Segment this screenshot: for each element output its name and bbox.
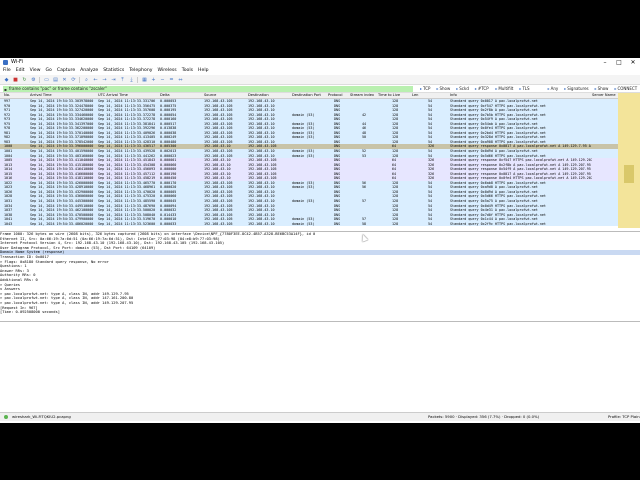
find-icon[interactable]: ⌕ xyxy=(83,77,90,83)
cell-destination: 192.168.43.10 xyxy=(248,221,275,226)
menu-file[interactable]: File xyxy=(3,67,11,75)
toolbar-separator xyxy=(137,76,138,83)
column-destination[interactable]: Destination xyxy=(248,93,269,98)
column-stream-index[interactable]: Stream index xyxy=(350,93,374,98)
reload-icon[interactable]: ⟳ xyxy=(70,77,77,83)
column-protocol[interactable]: Protocol xyxy=(328,93,342,98)
table-row[interactable]: 1043 Sep 14, 2024 19:54:33.486020000 Sep 1… xyxy=(0,221,618,227)
menu-telephony[interactable]: Telephony xyxy=(129,67,152,75)
wireshark-window: Wi-Fi – □ ✕ File Edit View Go Capture An… xyxy=(0,58,640,423)
toolbar-separator xyxy=(39,76,40,83)
packet-bytes-pane[interactable] xyxy=(0,321,640,412)
cell-destination-port: domain (53) xyxy=(292,221,315,226)
packet-counts: Packets: 5900 · Displayed: 356 (7.7%) · … xyxy=(428,414,540,419)
options-icon[interactable]: ⚙ xyxy=(30,77,37,83)
column-destination-port[interactable]: Destination Port xyxy=(292,93,321,98)
window-title: Wi-Fi xyxy=(11,59,23,65)
packet-details-pane[interactable]: Frame 1000: 326 bytes on wire (2608 bits… xyxy=(0,231,640,322)
zoom-out-icon[interactable]: − xyxy=(159,77,166,83)
menu-edit[interactable]: Edit xyxy=(16,67,25,75)
maximize-button[interactable]: □ xyxy=(612,58,626,67)
column-no[interactable]: No. xyxy=(4,93,10,98)
toolbar-separator xyxy=(79,76,80,83)
packet-minimap[interactable] xyxy=(618,93,640,228)
cell-length: 54 xyxy=(428,221,433,226)
restart-capture-icon[interactable]: ↻ xyxy=(21,77,28,83)
packet-rows: 997 Sep 14, 2024 19:54:33.303978000 Sep 14… xyxy=(0,99,618,227)
colorize-icon[interactable]: ▦ xyxy=(141,77,148,83)
display-filter-input[interactable]: frame contains "pac" or frame contains "… xyxy=(3,86,413,92)
menu-capture[interactable]: Capture xyxy=(57,67,75,75)
menu-statistics[interactable]: Statistics xyxy=(103,67,124,75)
menu-view[interactable]: View xyxy=(30,67,41,75)
minimap-selection xyxy=(624,165,634,183)
first-packet-icon[interactable]: ⤒ xyxy=(119,77,126,83)
cell-utc-time: Sep 14, 2024 11:13:33.523600 xyxy=(98,221,156,226)
bookmark-icon[interactable]: ▪ xyxy=(4,87,7,92)
menu-bar: File Edit View Go Capture Analyze Statis… xyxy=(0,67,640,75)
zoom-reset-icon[interactable]: = xyxy=(168,77,175,83)
cell-protocol: DNS xyxy=(334,221,341,226)
zoom-in-icon[interactable]: + xyxy=(150,77,157,83)
cell-stream-index: 58 xyxy=(362,221,367,226)
cell-delta: 0.000033 xyxy=(160,221,177,226)
column-source[interactable]: Source xyxy=(204,93,216,98)
menu-wireless[interactable]: Wireless xyxy=(157,67,176,75)
column-utc-arrival-time[interactable]: UTC Arrival Time xyxy=(98,93,128,98)
stop-capture-icon[interactable]: ■ xyxy=(12,77,19,83)
resize-columns-icon[interactable]: ⇔ xyxy=(177,77,184,83)
wireshark-fin-icon xyxy=(3,60,8,65)
cell-info: Standard query 0x2f9c HTTPS pac.localpro… xyxy=(450,221,546,226)
column-len[interactable]: Len xyxy=(412,93,418,98)
save-file-icon[interactable]: ▤ xyxy=(52,77,59,83)
column-arrival-time[interactable]: Arrival Time xyxy=(30,93,52,98)
start-capture-icon[interactable]: ◆ xyxy=(3,77,10,83)
expert-info-icon[interactable] xyxy=(4,415,8,419)
packet-list[interactable]: No. Arrival Time UTC Arrival Time Delta … xyxy=(0,93,618,228)
menu-go[interactable]: Go xyxy=(46,67,52,75)
column-time-to-live[interactable]: Time to Live xyxy=(378,93,400,98)
menu-tools[interactable]: Tools xyxy=(182,67,193,75)
cell-packet-no: 1043 xyxy=(4,221,13,226)
cell-arrival-time: Sep 14, 2024 19:54:33.486020000 xyxy=(30,221,94,226)
forward-icon[interactable]: → xyxy=(101,77,108,83)
menu-analyze[interactable]: Analyze xyxy=(80,67,98,75)
main-toolbar: ◆ ■ ↻ ⚙ ▭ ▤ ✕ ⟳ ⌕ ← → ⇥ ⤒ ⤓ ▦ + − = ⇔ xyxy=(0,75,640,84)
back-icon[interactable]: ← xyxy=(92,77,99,83)
close-file-icon[interactable]: ✕ xyxy=(61,77,68,83)
capture-file-name: wireshark_Wi-FiTQKIU2.pcapng xyxy=(12,414,71,419)
menu-help[interactable]: Help xyxy=(198,67,208,75)
status-bar: wireshark_Wi-FiTQKIU2.pcapng Packets: 59… xyxy=(0,412,640,421)
minimize-button[interactable]: – xyxy=(598,58,612,67)
column-info[interactable]: Info xyxy=(450,93,457,98)
detail-line[interactable]: [Time: 0.092508000 seconds] xyxy=(0,310,640,315)
cell-ttl: 128 xyxy=(392,221,399,226)
close-button[interactable]: ✕ xyxy=(626,58,640,67)
cell-source: 192.168.43.105 xyxy=(204,221,233,226)
open-file-icon[interactable]: ▭ xyxy=(43,77,50,83)
column-delta[interactable]: Delta xyxy=(160,93,170,98)
column-server-name[interactable]: Server Name xyxy=(592,93,616,98)
display-filter-bar: frame contains "pac" or frame contains "… xyxy=(0,84,640,107)
last-packet-icon[interactable]: ⤓ xyxy=(128,77,135,83)
profile-label[interactable]: Profile: TCP Plain xyxy=(608,413,640,421)
title-bar: Wi-Fi – □ ✕ xyxy=(0,58,640,67)
goto-icon[interactable]: ⇥ xyxy=(110,77,117,83)
